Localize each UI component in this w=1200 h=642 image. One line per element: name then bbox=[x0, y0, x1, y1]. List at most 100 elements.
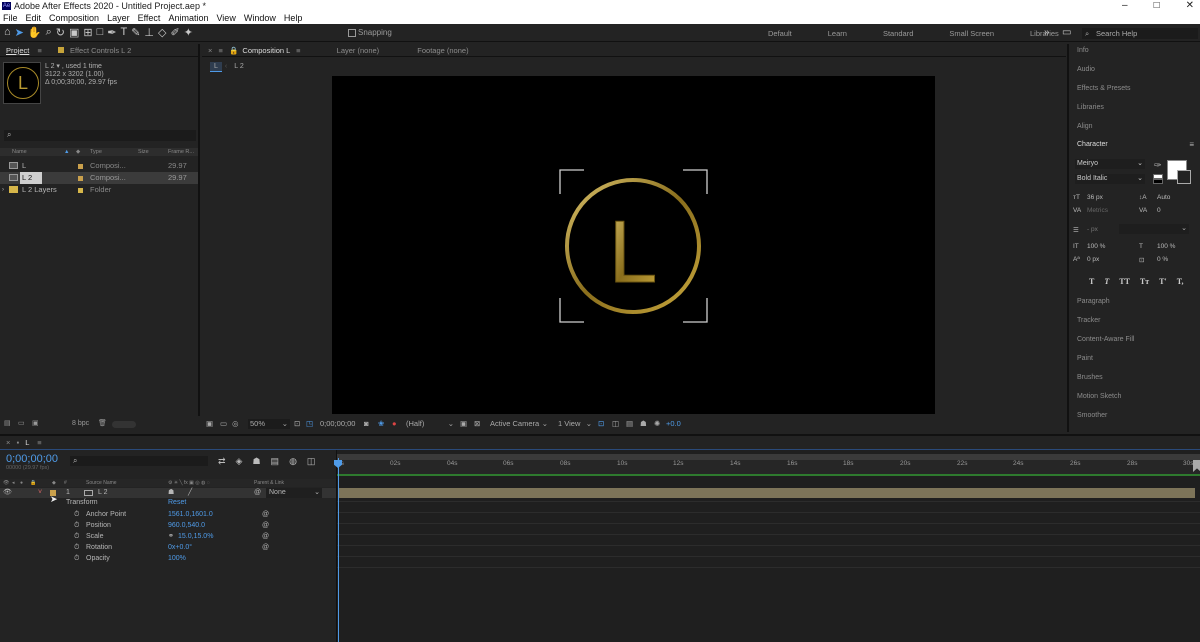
menu-composition[interactable]: Composition bbox=[49, 12, 99, 24]
panel-effects-presets[interactable]: Effects & Presets bbox=[1077, 85, 1131, 92]
search-help-input[interactable]: ⌕ Search Help bbox=[1082, 28, 1198, 39]
superscript-button[interactable]: T' bbox=[1159, 277, 1167, 286]
timeline-track-area[interactable]: 0s 02s 04s 06s 08s 10s 12s 14s 16s 18s 2… bbox=[334, 450, 1200, 642]
property-value[interactable]: 100% bbox=[168, 554, 186, 564]
rectangle-tool-icon[interactable]: □ bbox=[97, 26, 104, 39]
all-caps-button[interactable]: TT bbox=[1119, 277, 1130, 286]
camera-snapshot-icon[interactable]: ◙ bbox=[364, 416, 369, 432]
tracking-value[interactable]: 0 bbox=[1157, 207, 1161, 214]
leading-value[interactable]: Auto bbox=[1157, 194, 1170, 201]
panel-menu-icon[interactable]: ≡ bbox=[1189, 140, 1194, 149]
property-value[interactable]: 1561.0,1601.0 bbox=[168, 510, 213, 520]
grid-icon[interactable]: ⊡ bbox=[294, 416, 300, 432]
close-button[interactable]: ✕ bbox=[1186, 0, 1194, 12]
layer-duration-bar[interactable] bbox=[339, 488, 1195, 498]
project-row[interactable]: L 2 Composi... 29.97 bbox=[0, 172, 198, 184]
show-snapshot-icon[interactable]: ❀ bbox=[378, 416, 384, 432]
panel-paint[interactable]: Paint bbox=[1077, 355, 1093, 362]
puppet-tool-icon[interactable]: ✦ bbox=[184, 26, 193, 39]
project-row[interactable]: › L 2 Layers Folder bbox=[0, 184, 198, 196]
column-parent-link[interactable]: Parent & Link bbox=[254, 479, 284, 487]
channel-icon[interactable]: ● bbox=[392, 416, 397, 432]
workspace-small-screen[interactable]: Small Screen bbox=[949, 29, 994, 38]
breadcrumb-item[interactable]: L bbox=[210, 62, 222, 72]
panel-libraries[interactable]: Libraries bbox=[1077, 104, 1104, 111]
quality-switch-icon[interactable]: ╱ bbox=[188, 488, 192, 498]
breadcrumb-item[interactable]: L 2 bbox=[230, 62, 247, 72]
eraser-tool-icon[interactable]: ◇ bbox=[158, 26, 166, 39]
expression-pickwhip-icon[interactable]: @ bbox=[262, 543, 269, 553]
hand-tool-icon[interactable]: ✋ bbox=[28, 26, 42, 39]
zoom-dropdown[interactable]: 50% ⌄ bbox=[248, 419, 290, 429]
exposure-value[interactable]: +0.0 bbox=[666, 416, 681, 432]
property-value[interactable]: 15.0,15.0% bbox=[178, 532, 213, 542]
workspace-standard[interactable]: Standard bbox=[883, 29, 913, 38]
comp-viewer[interactable]: L bbox=[332, 76, 935, 414]
column-type[interactable]: Type bbox=[90, 148, 102, 156]
zoom-tool-icon[interactable]: ⌕ bbox=[46, 26, 52, 39]
panel-smoother[interactable]: Smoother bbox=[1077, 412, 1107, 419]
constrain-proportions-icon[interactable]: ⚭ bbox=[168, 532, 174, 542]
minimize-button[interactable]: – bbox=[1122, 0, 1128, 12]
transparency-grid-icon[interactable]: ⊠ bbox=[474, 416, 480, 432]
stroke-color-swatch[interactable] bbox=[1177, 170, 1191, 184]
project-search-input[interactable]: ⌕ bbox=[4, 130, 196, 141]
menu-edit[interactable]: Edit bbox=[26, 12, 42, 24]
panel-motion-sketch[interactable]: Motion Sketch bbox=[1077, 393, 1121, 400]
panel-audio[interactable]: Audio bbox=[1077, 66, 1095, 73]
font-family-dropdown[interactable]: Meiryo ⌄ bbox=[1075, 159, 1145, 169]
maximize-button[interactable]: □ bbox=[1154, 0, 1160, 12]
workspace-overflow-icon[interactable]: » bbox=[1044, 27, 1050, 38]
frame-blending-icon[interactable]: ▤ bbox=[271, 456, 280, 467]
camera-dropdown[interactable]: Active Camera ⌄ bbox=[488, 419, 550, 429]
stopwatch-icon[interactable]: ⏱ bbox=[74, 510, 79, 520]
mask-icon[interactable]: ◎ bbox=[232, 416, 239, 432]
stroke-type-dropdown[interactable]: ⌄ bbox=[1119, 224, 1189, 234]
menu-layer[interactable]: Layer bbox=[107, 12, 130, 24]
roto-brush-tool-icon[interactable]: ✐ bbox=[170, 26, 179, 39]
snapping-checkbox[interactable] bbox=[348, 28, 356, 37]
vertical-scale-value[interactable]: 100 % bbox=[1087, 243, 1105, 250]
rotate-tool-icon[interactable]: ↻ bbox=[56, 26, 65, 39]
panel-info[interactable]: Info bbox=[1077, 47, 1089, 54]
property-value[interactable]: 960.0,540.0 bbox=[168, 521, 205, 531]
transform-group-label[interactable]: Transform bbox=[66, 499, 98, 506]
faux-bold-button[interactable]: T bbox=[1089, 277, 1094, 286]
time-ruler[interactable]: 0s 02s 04s 06s 08s 10s 12s 14s 16s 18s 2… bbox=[337, 460, 1200, 474]
clone-stamp-tool-icon[interactable]: ⊥ bbox=[144, 26, 154, 39]
workspace-default[interactable]: Default bbox=[768, 29, 792, 38]
black-swatch[interactable] bbox=[1153, 179, 1163, 184]
comp-mini-flowchart-icon[interactable]: ⇄ bbox=[218, 456, 226, 467]
sync-settings-icon[interactable]: ▭ bbox=[1062, 27, 1071, 38]
timeline-search-input[interactable]: ⌕ bbox=[70, 456, 208, 466]
tsume-value[interactable]: 0 % bbox=[1157, 256, 1168, 263]
parent-dropdown[interactable]: None ⌄ bbox=[266, 488, 322, 498]
small-caps-button[interactable]: Tт bbox=[1140, 277, 1149, 286]
project-row[interactable]: L Composi... 29.97 bbox=[0, 160, 198, 172]
stopwatch-icon[interactable]: ⏱ bbox=[74, 521, 79, 531]
layer-name[interactable]: L 2 bbox=[98, 488, 107, 498]
panel-tracker[interactable]: Tracker bbox=[1077, 317, 1100, 324]
close-tab-icon[interactable]: × bbox=[208, 46, 212, 55]
column-size[interactable]: Size bbox=[138, 148, 149, 156]
region-icon[interactable]: ◳ bbox=[306, 416, 313, 432]
expand-arrow-icon[interactable]: ˅ bbox=[38, 488, 42, 498]
lock-icon[interactable]: 🔒 bbox=[229, 46, 238, 55]
snapping-toggle[interactable]: Snapping bbox=[348, 28, 392, 37]
close-tab-icon[interactable]: × bbox=[6, 438, 10, 447]
eyedropper-icon[interactable]: ✑ bbox=[1154, 160, 1162, 171]
parent-pickwhip-icon[interactable]: @ bbox=[254, 488, 261, 498]
display-icon[interactable]: ▭ bbox=[220, 416, 227, 432]
tab-timeline-l[interactable]: L bbox=[25, 438, 29, 447]
panel-menu-icon[interactable]: ≡ bbox=[37, 46, 41, 55]
menu-file[interactable]: File bbox=[3, 12, 18, 24]
delete-icon[interactable]: 🗑 bbox=[98, 418, 107, 430]
menu-effect[interactable]: Effect bbox=[138, 12, 161, 24]
column-name[interactable]: Name bbox=[12, 148, 27, 156]
expression-pickwhip-icon[interactable]: @ bbox=[262, 510, 269, 520]
stroke-width-value[interactable]: - px bbox=[1087, 226, 1098, 233]
panel-menu-icon[interactable]: ≡ bbox=[218, 46, 222, 55]
tab-composition[interactable]: Composition L bbox=[242, 46, 290, 55]
brush-tool-icon[interactable]: ✎ bbox=[131, 26, 140, 39]
panel-menu-icon[interactable]: ≡ bbox=[37, 438, 41, 447]
